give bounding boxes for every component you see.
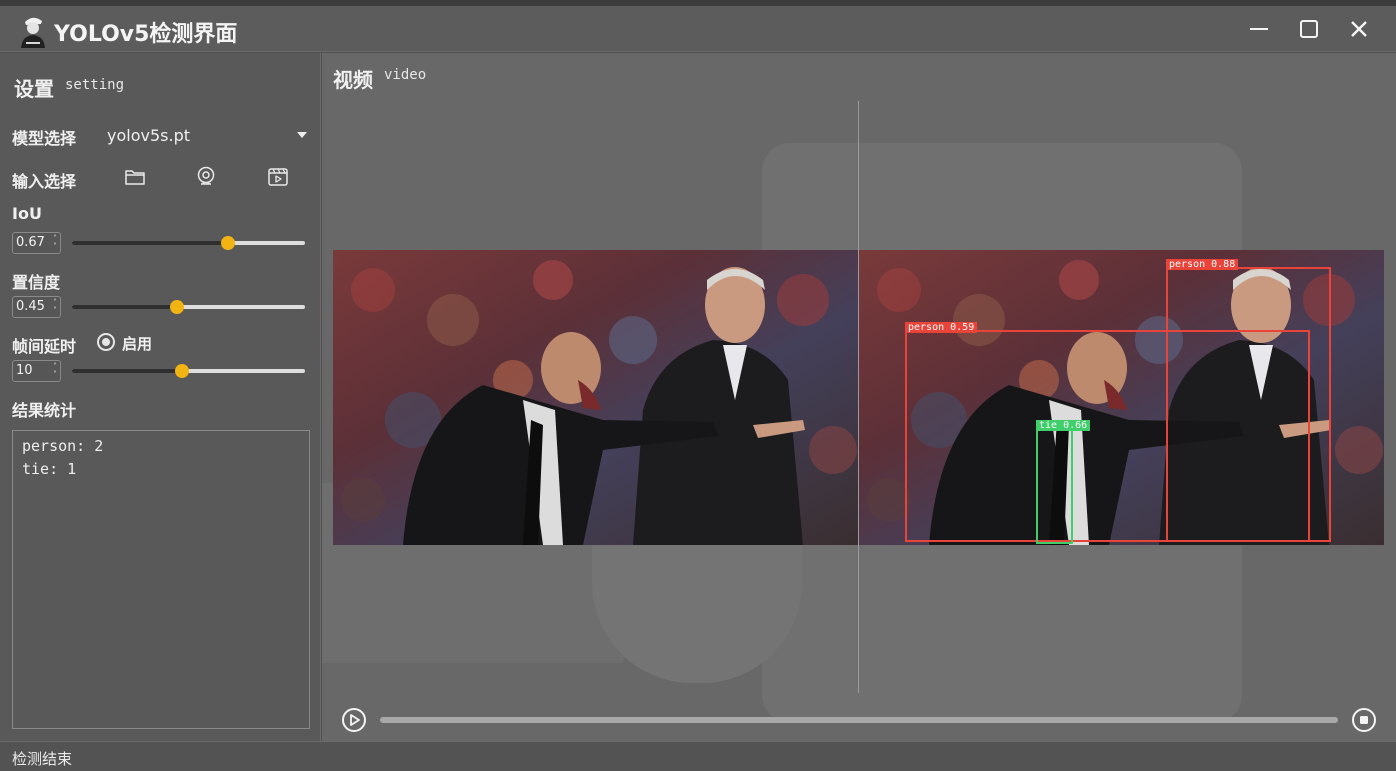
title-bar: YOLOv5检测界面	[0, 6, 1396, 52]
frame-delay-value: 10	[16, 363, 33, 378]
stop-icon	[1352, 708, 1376, 732]
play-icon	[342, 708, 366, 732]
iou-spinbox[interactable]: 0.67 ˄ ˅	[12, 232, 61, 254]
original-frame	[333, 250, 858, 545]
open-file-button[interactable]	[120, 162, 150, 192]
video-panel: 视频 video person 0.88 person 0.59 tie 0.6…	[322, 53, 1396, 741]
stop-button[interactable]	[1351, 707, 1377, 733]
minimize-button[interactable]	[1239, 12, 1279, 46]
confidence-slider[interactable]	[72, 299, 305, 315]
spin-arrows-icon[interactable]: ˄ ˅	[53, 299, 57, 315]
status-bar: 检测结束	[0, 741, 1396, 771]
settings-panel: 设置 setting 模型选择 yolov5s.pt 输入选择 IoU 0.67…	[0, 53, 321, 741]
detection-label: person 0.59	[905, 322, 978, 333]
detection-label: person 0.88	[1166, 259, 1239, 270]
webcam-button[interactable]	[191, 162, 221, 192]
slider-fill	[72, 305, 177, 309]
open-video-button[interactable]	[263, 162, 293, 192]
frame-delay-enable-label[interactable]: 启用	[122, 333, 152, 354]
confidence-value: 0.45	[16, 299, 45, 314]
detected-frame: person 0.88 person 0.59 tie 0.66	[859, 250, 1384, 545]
slider-handle[interactable]	[221, 236, 236, 250]
confidence-label: 置信度	[12, 273, 61, 292]
frame-delay-slider[interactable]	[72, 363, 305, 379]
results-text: person: 2 tie: 1	[22, 437, 104, 478]
iou-slider[interactable]	[72, 235, 305, 251]
settings-title: 设置	[14, 77, 54, 101]
slider-fill	[72, 369, 182, 373]
radio-checked-dot	[102, 338, 110, 346]
iou-value: 0.67	[16, 235, 45, 250]
chevron-down-icon[interactable]	[297, 132, 307, 138]
frame-delay-label: 帧间延时	[12, 337, 77, 356]
original-image	[333, 250, 858, 545]
iou-label: IoU	[12, 204, 42, 223]
close-button[interactable]	[1339, 12, 1379, 46]
results-label: 结果统计	[12, 401, 77, 420]
frame-delay-enable-radio[interactable]	[97, 333, 115, 351]
close-icon	[1351, 21, 1367, 37]
status-text: 检测结束	[12, 750, 73, 768]
slider-handle[interactable]	[174, 364, 189, 378]
results-textbox[interactable]: person: 2 tie: 1	[12, 430, 310, 729]
detection-label: tie 0.66	[1036, 420, 1091, 431]
video-file-icon	[268, 168, 288, 186]
spin-arrows-icon[interactable]: ˄ ˅	[53, 363, 57, 379]
video-subtitle: video	[384, 67, 427, 83]
frame-delay-spinbox[interactable]: 10 ˄ ˅	[12, 360, 61, 382]
app-title: YOLOv5检测界面	[54, 22, 238, 47]
detection-box-person: person 0.59	[905, 322, 1310, 542]
maximize-icon	[1300, 20, 1318, 38]
video-title: 视频	[333, 68, 373, 92]
app-logo-icon	[16, 12, 50, 48]
detection-box-tie: tie 0.66	[1036, 420, 1091, 544]
settings-subtitle: setting	[65, 77, 125, 93]
model-select-label: 模型选择	[12, 129, 77, 148]
confidence-spinbox[interactable]: 0.45 ˄ ˅	[12, 296, 61, 318]
input-select-label: 输入选择	[12, 172, 77, 191]
webcam-icon	[197, 166, 215, 185]
slider-fill	[72, 241, 229, 245]
model-select-value: yolov5s.pt	[107, 126, 190, 145]
folder-icon	[125, 170, 145, 185]
video-progress-bar[interactable]	[380, 717, 1338, 723]
slider-handle[interactable]	[169, 300, 184, 314]
play-button[interactable]	[341, 707, 367, 733]
maximize-button[interactable]	[1289, 12, 1329, 46]
spin-arrows-icon[interactable]: ˄ ˅	[53, 235, 57, 251]
minimize-icon	[1250, 28, 1268, 30]
